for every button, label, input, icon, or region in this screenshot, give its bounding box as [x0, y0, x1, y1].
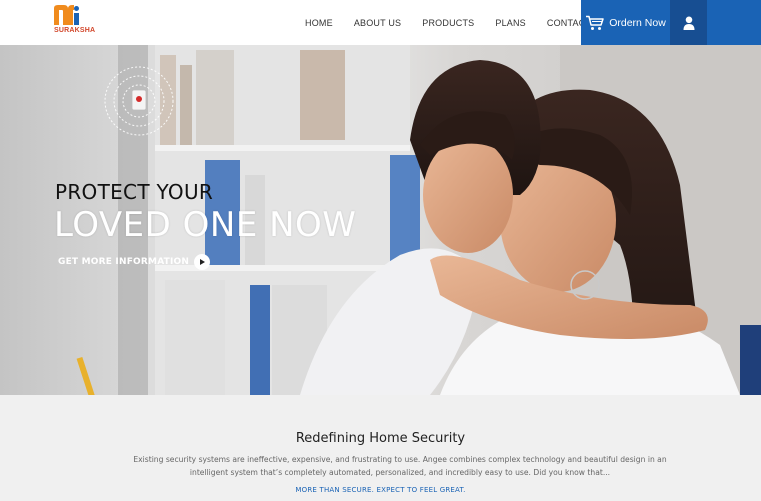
main-nav: HOME ABOUT US PRODUCTS PLANS CONTACT	[305, 0, 612, 45]
nav-item-home[interactable]: HOME	[305, 18, 333, 28]
cta-label: GET MORE INFORMATION	[58, 257, 190, 267]
order-now-label: Ordern Now	[609, 16, 666, 29]
cart-icon	[586, 15, 604, 30]
nav-item-plans[interactable]: PLANS	[495, 18, 526, 28]
logo-mark-icon	[54, 5, 79, 25]
header-accent-strip	[707, 0, 761, 45]
intro-title: Redefining Home Security	[295, 431, 466, 446]
play-icon	[194, 254, 211, 270]
alarm-device-icon	[104, 66, 174, 136]
user-icon	[683, 16, 694, 30]
user-account-button[interactable]	[670, 0, 707, 45]
intro-body: Existing security systems are ineffectiv…	[133, 455, 667, 477]
logo[interactable]: SURAKSHA	[54, 5, 95, 37]
site-header: SURAKSHA HOME ABOUT US PRODUCTS PLANS CO…	[0, 0, 761, 45]
hero-heading-line2: LOVED ONE NOW	[54, 205, 357, 245]
nav-item-about-us[interactable]: ABOUT US	[354, 18, 401, 28]
get-more-information-link[interactable]: GET MORE INFORMATION	[58, 254, 211, 270]
logo-text: SURAKSHA	[54, 27, 96, 34]
order-now-button[interactable]: Ordern Now	[581, 0, 670, 45]
hero-heading-line1: PROTECT YOUR	[55, 180, 214, 204]
page: SURAKSHA HOME ABOUT US PRODUCTS PLANS CO…	[0, 0, 761, 501]
intro-tagline-link[interactable]: MORE THAN SECURE. EXPECT TO FEEL GREAT.	[0, 486, 761, 494]
nav-item-products[interactable]: PRODUCTS	[422, 18, 474, 28]
hero-banner: PROTECT YOUR LOVED ONE NOW GET MORE INFO…	[0, 45, 761, 395]
intro-section: Redefining Home Security Existing securi…	[0, 395, 761, 501]
